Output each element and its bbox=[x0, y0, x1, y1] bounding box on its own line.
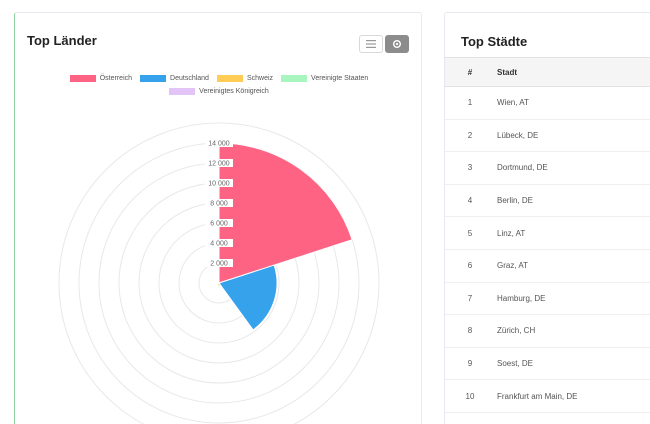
table-row: 9 Soest, DE bbox=[445, 348, 650, 381]
polar-segment bbox=[218, 142, 353, 284]
rank-column-header: # bbox=[467, 67, 473, 77]
legend-label: Vereinigte Staaten bbox=[311, 75, 369, 82]
table-header: # Stadt bbox=[445, 57, 650, 87]
city-cell: Zürich, CH bbox=[497, 326, 536, 336]
city-cell: Hamburg, DE bbox=[497, 293, 546, 303]
city-cell: Dortmund, DE bbox=[497, 163, 548, 173]
countries-card-title: Top Länder bbox=[27, 33, 97, 48]
rank-cell: 6 bbox=[467, 261, 473, 271]
table-row: 5 Linz, AT bbox=[445, 217, 650, 250]
rank-cell: 5 bbox=[467, 228, 473, 238]
table-row: 8 Zürich, CH bbox=[445, 315, 650, 348]
city-cell: Wien, AT bbox=[497, 98, 529, 108]
radial-tick-label: 14 000 bbox=[208, 141, 230, 148]
radial-tick-label: 6 000 bbox=[210, 221, 228, 228]
legend-item[interactable]: Deutschland bbox=[140, 75, 209, 82]
gear-icon[interactable] bbox=[385, 35, 409, 53]
rank-cell: 1 bbox=[467, 98, 473, 108]
rank-cell: 2 bbox=[467, 130, 473, 140]
legend-swatch bbox=[69, 75, 96, 82]
legend-swatch bbox=[281, 75, 308, 82]
city-column-header: Stadt bbox=[497, 67, 517, 77]
legend-item[interactable]: Österreich bbox=[69, 75, 133, 82]
countries-card: Top Länder Österreich Deutschland Schweiz V… bbox=[14, 12, 422, 424]
city-cell: Berlin, DE bbox=[497, 196, 534, 206]
rank-cell: 3 bbox=[467, 163, 473, 173]
table-row: 10 Frankfurt am Main, DE bbox=[445, 380, 650, 413]
radial-tick-label: 4 000 bbox=[210, 241, 228, 248]
table-row: 1 Wien, AT bbox=[445, 87, 650, 120]
city-cell: Linz, AT bbox=[497, 228, 526, 238]
legend-swatch bbox=[169, 88, 196, 95]
radial-tick-label: 8 000 bbox=[210, 201, 228, 208]
table-row: 4 Berlin, DE bbox=[445, 185, 650, 218]
city-cell: Frankfurt am Main, DE bbox=[497, 391, 578, 401]
rank-cell: 9 bbox=[467, 359, 473, 369]
rank-cell: 10 bbox=[465, 391, 475, 401]
legend-swatch bbox=[140, 75, 167, 82]
cities-card-title: Top Städte bbox=[461, 34, 528, 49]
city-cell: Lübeck, DE bbox=[497, 130, 539, 140]
cities-card: Top Städte # Stadt 1 Wien, AT 2 Lübeck, DE 3… bbox=[444, 12, 650, 424]
city-cell: Soest, DE bbox=[497, 359, 534, 369]
legend-label: Deutschland bbox=[170, 75, 209, 82]
table-row: 7 Hamburg, DE bbox=[445, 283, 650, 316]
table-row: 6 Graz, AT bbox=[445, 250, 650, 283]
menu-icon[interactable] bbox=[359, 35, 383, 53]
legend-label: Schweiz bbox=[246, 75, 274, 82]
table-row: 3 Dortmund, DE bbox=[445, 152, 650, 185]
table-row: 2 Lübeck, DE bbox=[445, 120, 650, 153]
rank-cell: 4 bbox=[467, 196, 473, 206]
radial-tick-label: 12 000 bbox=[208, 161, 230, 168]
legend-item[interactable]: Vereinigtes Königreich bbox=[169, 88, 269, 95]
legend-item[interactable]: Schweiz bbox=[216, 75, 274, 82]
chart-legend: Österreich Deutschland Schweiz Vereinigte S… bbox=[15, 75, 423, 101]
rank-cell: 8 bbox=[467, 326, 473, 336]
legend-swatch bbox=[216, 75, 243, 82]
radial-tick-label: 2 000 bbox=[210, 261, 228, 268]
radial-tick-label: 10 000 bbox=[208, 181, 230, 188]
polar-area-chart: 2 000 4 000 6 000 8 000 10 000 12 000 14 000 bbox=[58, 122, 380, 424]
cities-table: # Stadt 1 Wien, AT 2 Lübeck, DE 3 Dortmund, D… bbox=[445, 57, 650, 413]
city-cell: Graz, AT bbox=[497, 261, 528, 271]
rank-cell: 7 bbox=[467, 293, 473, 303]
legend-item[interactable]: Vereinigte Staaten bbox=[281, 75, 368, 82]
legend-label: Österreich bbox=[99, 75, 133, 82]
legend-label: Vereinigtes Königreich bbox=[199, 88, 269, 95]
